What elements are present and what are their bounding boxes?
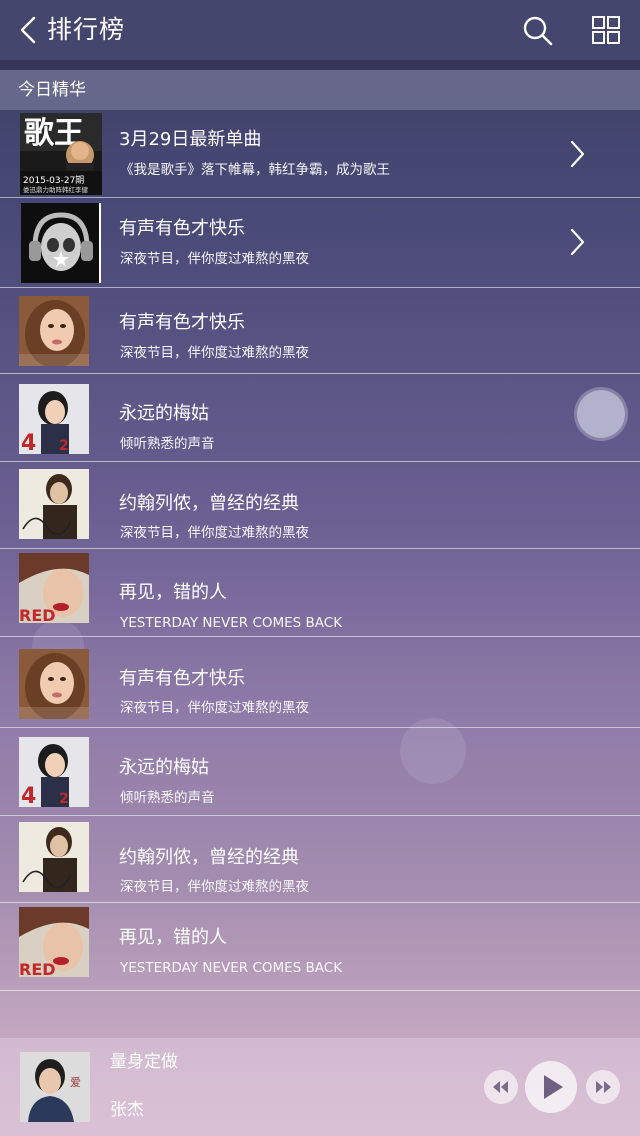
cover-art [19,296,89,366]
svg-text:4: 4 [21,431,36,454]
now-playing-cover: 爱 [20,1052,90,1122]
cover-art [21,203,101,283]
item-subtitle: 深夜节目，伴你度过难熬的黑夜 [120,879,309,895]
header-divider [0,60,640,70]
list-item[interactable]: RED 再见，错的人 YESTERDAY NEVER COMES BACK [0,903,640,991]
rewind-icon [493,1081,508,1093]
now-playing-artist: 张杰 [110,1100,144,1120]
item-title: 约翰列侬，曾经的经典 [119,847,299,868]
item-title: 3月29日最新单曲 [119,129,262,150]
section-header: 今日精华 [0,70,640,110]
item-subtitle: 深夜节目，伴你度过难熬的黑夜 [120,251,309,267]
mini-player[interactable]: 爱 量身定做 张杰 [0,1038,640,1136]
cover-text: RED [19,960,56,977]
item-title: 再见，错的人 [119,582,227,603]
cover-text: 2015-03-27期 [23,175,84,186]
item-subtitle: 深夜节目，伴你度过难熬的黑夜 [120,345,309,361]
item-title: 永远的梅姑 [119,403,209,424]
now-playing-title: 量身定做 [110,1052,178,1072]
item-subtitle: 倾听熟悉的声音 [120,436,215,452]
search-button[interactable] [520,13,556,49]
list-item[interactable]: 有声有色才快乐 深夜节目，伴你度过难熬的黑夜 [0,198,640,288]
svg-text:4: 4 [21,784,36,807]
list-item[interactable]: RED 再见，错的人 YESTERDAY NEVER COMES BACK [0,549,640,637]
item-subtitle: 深夜节目，伴你度过难熬的黑夜 [120,525,309,541]
item-title: 约翰列侬，曾经的经典 [119,493,299,514]
svg-text:2: 2 [59,791,69,807]
cover-text: 娄迅鼎力助阵韩红李健 [23,185,89,194]
cover-text: 爱 [70,1076,81,1089]
item-title: 再见，错的人 [119,927,227,948]
cover-art: 4 2 [19,384,89,454]
cover-art: RED [19,553,89,623]
divider [0,990,640,991]
grid-icon [592,16,620,44]
top-bar: 排行榜 [0,0,640,60]
search-icon [523,16,553,46]
cover-art: 4 2 [19,737,89,807]
cover-art: RED [19,907,89,977]
play-icon [544,1075,563,1099]
next-button[interactable] [586,1070,620,1104]
cover-art [19,469,89,539]
chevron-right-icon[interactable] [566,138,588,170]
list-item[interactable]: 约翰列侬，曾经的经典 深夜节目，伴你度过难熬的黑夜 [0,816,640,903]
list-item[interactable]: 有声有色才快乐 深夜节目，伴你度过难熬的黑夜 [0,637,640,728]
item-subtitle: 《我是歌手》落下帷幕，韩红争霸，成为歌王 [120,162,390,178]
play-button[interactable] [525,1061,577,1113]
item-subtitle: YESTERDAY NEVER COMES BACK [120,960,343,976]
item-title: 有声有色才快乐 [119,668,245,689]
item-subtitle: 倾听熟悉的声音 [120,790,215,806]
fast-forward-icon [596,1081,611,1093]
page-title: 排行榜 [47,15,126,44]
item-title: 有声有色才快乐 [119,218,245,239]
list-item[interactable]: 4 2 永远的梅姑 倾听熟悉的声音 [0,374,640,462]
list-item[interactable]: 有声有色才快乐 深夜节目，伴你度过难熬的黑夜 [0,288,640,374]
section-title: 今日精华 [18,80,86,100]
item-subtitle: YESTERDAY NEVER COMES BACK [120,615,343,631]
cover-art [19,822,89,892]
cover-text: RED [19,606,56,623]
grid-view-button[interactable] [588,12,624,48]
chevron-right-icon[interactable] [566,226,588,258]
previous-button[interactable] [484,1070,518,1104]
list-item[interactable]: 4 2 永远的梅姑 倾听熟悉的声音 [0,728,640,816]
cover-art: 歌王 2015-03-27期 娄迅鼎力助阵韩红李健 [20,113,102,195]
floating-assist-button[interactable] [577,390,625,438]
list-item[interactable]: 歌王 2015-03-27期 娄迅鼎力助阵韩红李健 3月29日最新单曲 《我是歌… [0,110,640,198]
back-button[interactable] [14,14,44,46]
svg-text:2: 2 [59,438,69,454]
item-title: 永远的梅姑 [119,757,209,778]
cover-art [19,649,89,719]
item-subtitle: 深夜节目，伴你度过难熬的黑夜 [120,700,309,716]
list-item[interactable]: 约翰列侬，曾经的经典 深夜节目，伴你度过难熬的黑夜 [0,462,640,549]
chevron-left-icon [20,16,36,44]
item-title: 有声有色才快乐 [119,312,245,333]
